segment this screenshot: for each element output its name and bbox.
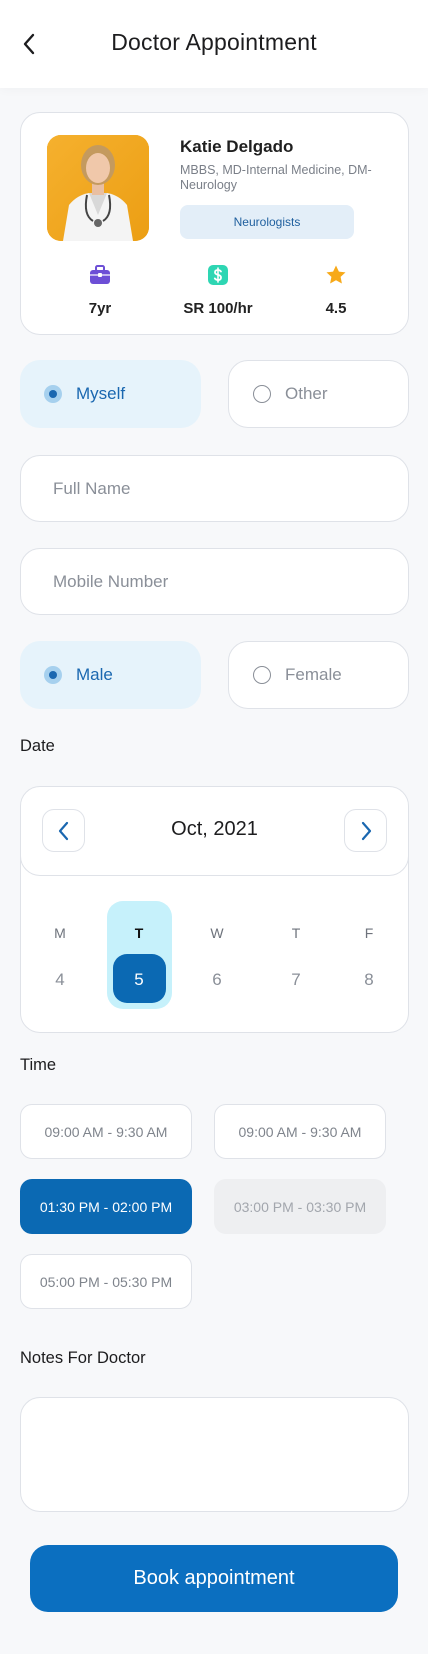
time-slot-selected[interactable]: 01:30 PM - 02:00 PM xyxy=(20,1179,192,1234)
radio-selected-icon xyxy=(44,385,62,403)
fee-stat: SR 100/hr xyxy=(173,263,263,317)
weekday-label: M xyxy=(54,925,66,941)
calendar-card: Oct, 2021 M T W T F 4 5 6 7 8 xyxy=(20,786,409,1033)
notes-label: Notes For Doctor xyxy=(20,1349,146,1367)
calendar-header: Oct, 2021 xyxy=(21,787,408,876)
radio-unselected-icon xyxy=(253,385,271,403)
option-other[interactable]: Other xyxy=(228,360,409,428)
doctor-qualifications: MBBS, MD-Internal Medicine, DM-Neurology xyxy=(180,163,372,192)
option-female-label: Female xyxy=(285,665,342,684)
weekday-label: F xyxy=(364,925,374,941)
time-slot-disabled: 03:00 PM - 03:30 PM xyxy=(214,1179,386,1234)
weekday-label: T xyxy=(134,925,144,941)
experience-stat: 7yr xyxy=(55,263,145,317)
date-label: Date xyxy=(20,737,55,755)
page-title: Doctor Appointment xyxy=(111,29,317,55)
chevron-right-icon xyxy=(361,821,371,840)
calendar-day[interactable]: 8 xyxy=(349,970,389,990)
book-appointment-button[interactable]: Book appointment xyxy=(30,1545,398,1612)
doctor-avatar xyxy=(47,135,149,241)
experience-value: 7yr xyxy=(88,300,112,317)
time-slot[interactable]: 05:00 PM - 05:30 PM xyxy=(20,1254,192,1309)
time-slot[interactable]: 09:00 AM - 9:30 AM xyxy=(214,1104,386,1159)
calendar-day[interactable]: 7 xyxy=(276,970,316,990)
option-female[interactable]: Female xyxy=(228,641,409,709)
radio-selected-icon xyxy=(44,666,62,684)
rating-stat: 4.5 xyxy=(291,263,381,317)
full-name-input[interactable] xyxy=(20,455,409,522)
option-male-label: Male xyxy=(76,665,113,684)
notes-textarea[interactable] xyxy=(20,1397,409,1512)
option-other-label: Other xyxy=(285,384,328,403)
doctor-name: Katie Delgado xyxy=(180,137,294,156)
radio-unselected-icon xyxy=(253,666,271,684)
mobile-number-input[interactable] xyxy=(20,548,409,615)
option-myself[interactable]: Myself xyxy=(20,360,201,428)
rating-value: 4.5 xyxy=(325,300,347,317)
calendar-day-selected[interactable]: 5 xyxy=(119,970,159,990)
calendar-day[interactable]: 6 xyxy=(197,970,237,990)
option-male[interactable]: Male xyxy=(20,641,201,709)
weekday-label: T xyxy=(291,925,301,941)
briefcase-icon xyxy=(90,265,110,284)
star-icon xyxy=(326,265,346,284)
time-label: Time xyxy=(20,1056,57,1074)
dollar-icon xyxy=(208,265,228,285)
time-slot[interactable]: 09:00 AM - 9:30 AM xyxy=(20,1104,192,1159)
fee-value: SR 100/hr xyxy=(183,300,253,317)
calendar-day[interactable]: 4 xyxy=(40,970,80,990)
specialty-badge: Neurologists xyxy=(180,205,354,239)
weekday-label: W xyxy=(210,925,224,941)
option-myself-label: Myself xyxy=(76,384,126,403)
next-month-button[interactable] xyxy=(344,809,387,852)
app-header: Doctor Appointment xyxy=(0,0,428,88)
doctor-card: Katie Delgado MBBS, MD-Internal Medicine… xyxy=(20,112,409,335)
